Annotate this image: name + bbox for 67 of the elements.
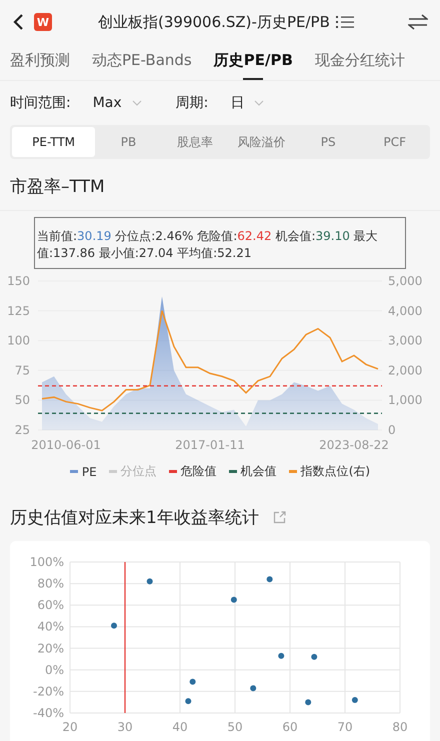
tab[interactable]: 现金分红统计 — [314, 44, 405, 80]
legend-label[interactable]: 危险值 — [180, 463, 217, 480]
caret-icon — [254, 100, 264, 106]
swap-icon[interactable] — [408, 14, 428, 30]
axis-label: 20% — [37, 641, 64, 656]
axis-label: 100 — [7, 334, 30, 348]
axis-label: 30 — [117, 720, 133, 734]
filter-label: 时间范围: — [10, 94, 71, 112]
legend-label[interactable]: 指数点位(右) — [300, 463, 370, 480]
axis-label: 75 — [14, 363, 30, 378]
axis-label: 100% — [30, 555, 64, 569]
axis-label: -20% — [32, 684, 64, 698]
data-point — [250, 685, 256, 692]
axis-label: 50 — [227, 720, 243, 734]
section-title: 历史估值对应未来1年收益率统计 — [10, 507, 259, 529]
axis-label: 1,000 — [388, 393, 422, 408]
page-title: 创业板指(399006.SZ)-历史PE/PB — [98, 12, 330, 32]
axis-label: 80 — [392, 720, 408, 734]
data-point — [278, 652, 284, 659]
metric-tab[interactable]: PCF — [361, 127, 428, 157]
axis-label: 0 — [388, 423, 396, 437]
data-point — [146, 578, 153, 584]
caret-icon — [132, 100, 142, 106]
axis-label: 4,000 — [388, 304, 422, 318]
metric-tab[interactable]: PS — [294, 127, 362, 157]
axis-label: 2010-06-01 — [31, 438, 101, 452]
stats-text: 当前值:30.19 分位点:2.46% 危险值:62.42 机会值:39.10 最大值:137.86 最小值:27.04 平均值:52.21 — [37, 228, 379, 262]
data-point — [185, 698, 192, 704]
axis-label: 2023-08-22 — [319, 438, 389, 452]
axis-label: 2,000 — [388, 363, 422, 378]
data-point — [352, 697, 358, 704]
data-point — [311, 654, 318, 660]
axis-label: -40% — [32, 706, 64, 720]
axis-label: 150 — [7, 274, 30, 288]
data-point — [266, 576, 273, 582]
axis-label: 3,000 — [388, 334, 422, 348]
axis-label: 125 — [7, 304, 30, 318]
metric-tab[interactable]: PE-TTM — [12, 127, 96, 157]
metric-tab[interactable]: 风险溢价 — [228, 127, 295, 157]
data-point — [111, 622, 117, 629]
axis-label: 60 — [282, 720, 298, 734]
tab[interactable]: 动态PE-Bands — [92, 44, 192, 80]
axis-label: 40 — [172, 720, 188, 734]
section-title: 市盈率–TTM — [10, 176, 106, 198]
axis-label: 0% — [44, 662, 64, 677]
axis-label: 20 — [62, 720, 78, 734]
axis-label: 40% — [37, 620, 64, 634]
metric-tab[interactable]: PB — [95, 127, 162, 157]
filter-dropdown[interactable]: 日 — [230, 94, 264, 112]
axis-label: 60% — [37, 598, 64, 612]
filter-label: 周期: — [176, 94, 208, 112]
legend-label[interactable]: 机会值 — [240, 463, 277, 480]
axis-label: 70 — [337, 720, 353, 734]
axis-label: 50 — [14, 393, 30, 408]
axis-label: 25 — [14, 423, 30, 437]
metric-tab[interactable]: 股息率 — [162, 127, 228, 157]
axis-label: 5,000 — [388, 274, 422, 288]
list-icon[interactable] — [336, 15, 354, 29]
data-point — [230, 596, 237, 603]
axis-label: 80% — [37, 576, 64, 591]
data-point — [190, 678, 196, 685]
axis-label: 2017-01-11 — [175, 438, 245, 452]
legend-label[interactable]: PE — [82, 464, 97, 478]
tab[interactable]: 盈利预测 — [10, 44, 70, 80]
filter-dropdown[interactable]: Max — [92, 95, 142, 111]
app-logo: W — [34, 13, 52, 31]
data-point — [305, 699, 312, 706]
